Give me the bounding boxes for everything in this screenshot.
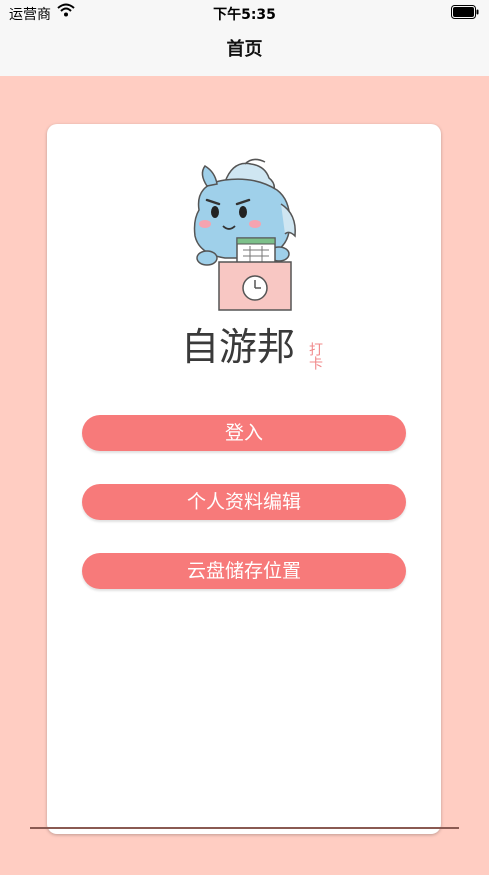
profile-edit-button[interactable]: 个人资料编辑	[82, 484, 406, 520]
nav-bar: 首页	[0, 26, 489, 76]
mascot-clock-card-icon	[185, 154, 305, 318]
cloud-storage-button[interactable]: 云盘储存位置	[82, 553, 406, 589]
login-button[interactable]: 登入	[82, 415, 406, 451]
status-time: 下午5:35	[213, 7, 276, 23]
status-bar: 运营商 下午5:35	[0, 0, 489, 26]
logo-sub: 打卡	[307, 341, 323, 370]
battery-icon	[451, 5, 479, 23]
logo-text: 自游邦	[181, 325, 295, 369]
main-card: 自游邦 打卡 登入 个人资料编辑 云盘储存位置	[47, 124, 441, 834]
main-area: 自游邦 打卡 登入 个人资料编辑 云盘储存位置	[0, 76, 489, 875]
brand-logo: 自游邦 打卡	[177, 320, 347, 374]
bottom-divider	[30, 827, 459, 829]
page-title: 首页	[226, 39, 263, 60]
